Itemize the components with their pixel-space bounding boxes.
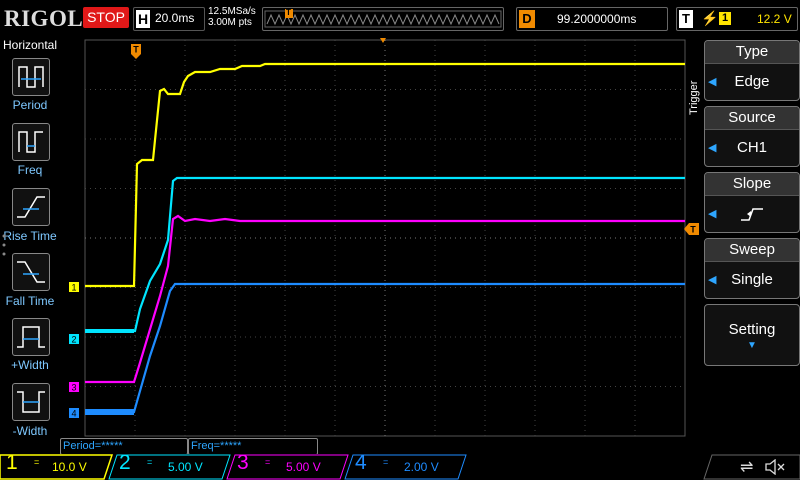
trigger-position-text: T [133,45,139,55]
channel-bar: 1 = 10.0 V 2 = 5.00 V 3 = 5.00 V 4 = 2.0… [0,451,800,480]
timebase-value: 20.0ms [155,11,195,25]
usb-icon: ⇌ [740,459,754,476]
trigger-sweep-key[interactable]: Sweep ◀ Single [704,238,800,299]
ch3-offset-marker[interactable]: 3 [69,382,79,393]
rise-time-icon [17,196,45,218]
setting-key-label: Setting [728,321,776,338]
ch1-marker-text: 1 [71,283,76,293]
ch3-scale: 5.00 V [286,460,321,474]
rising-edge-icon: ⚡ [701,10,719,26]
source-key-label: Source [705,107,799,130]
waveform-display[interactable]: T 1 2 3 4 [60,36,686,438]
rise-time-button[interactable] [12,188,50,226]
page-indicator [2,234,6,256]
freq-button[interactable] [12,123,50,161]
run-stop-button[interactable]: STOP [83,7,129,28]
fall-time-button[interactable] [12,253,50,291]
ch4-setting[interactable]: 4 = 2.00 V [351,451,461,478]
ch2-coupling: = [147,457,153,467]
freq-measurement[interactable]: Freq=***** [188,438,318,455]
ch2-marker-text: 2 [71,335,76,345]
horizontal-measure-panel: Horizontal Period Freq Rise Time Fall Ti… [0,38,60,438]
ch4-marker-text: 4 [71,409,76,419]
ch3-coupling: = [265,457,271,467]
arrow-left-icon: ◀ [708,76,717,88]
trigger-type-key[interactable]: Type ◀ Edge [704,40,800,101]
arrow-left-icon: ◀ [708,274,717,286]
memory-waveform-icon [264,9,502,28]
sample-rate: 12.5MSa/s [208,6,256,17]
ch3-marker-text: 3 [71,383,76,393]
ch2-offset-marker[interactable]: 2 [69,334,79,345]
memory-overview[interactable]: T [262,7,504,31]
ch1-coupling: = [34,457,40,467]
rising-edge-icon [741,208,763,221]
period-label: Period [12,98,48,112]
neg-width-icon [17,391,45,413]
rise-time-label: Rise Time [3,229,57,243]
type-key-label: Type [705,41,799,64]
trigger-label: T [679,10,693,28]
ch2-number: 2 [119,451,131,474]
period-icon [18,66,44,88]
pos-width-icon [17,326,45,348]
ch3-number: 3 [237,451,249,474]
ch4-offset-marker[interactable]: 4 [69,408,79,419]
ch3-setting[interactable]: 3 = 5.00 V [233,451,343,478]
period-button[interactable] [12,58,50,96]
trigger-source-key[interactable]: Source ◀ CH1 [704,106,800,167]
delay-display[interactable]: D 99.2000000ms [516,7,668,31]
trigger-level: 12.2 V [757,12,792,26]
ch1-setting[interactable]: 1 = 10.0 V [0,451,110,478]
ch4-coupling: = [383,457,389,467]
delay-value: 99.2000000ms [557,12,637,26]
ch1-number: 1 [6,451,18,474]
pos-width-label: +Width [11,358,49,372]
neg-width-button[interactable] [12,383,50,421]
submenu-arrow-icon: ▼ [747,340,757,351]
memory-trigger-marker: T [286,8,291,17]
trigger-display[interactable]: T ⚡ 1 12.2 V [676,7,798,31]
pos-width-button[interactable] [12,318,50,356]
timebase-label: H [136,10,150,28]
delay-label: D [519,10,535,28]
sweep-key-value: Single [731,271,773,288]
ch2-setting[interactable]: 2 = 5.00 V [115,451,225,478]
memory-depth: 3.00M pts [208,17,252,28]
menu-title: Trigger [688,80,700,116]
trigger-slope-key[interactable]: Slope ◀ [704,172,800,233]
slope-key-label: Slope [705,173,799,196]
neg-width-label: -Width [12,424,48,438]
trigger-channel: 1 [719,12,731,25]
ch1-offset-marker[interactable]: 1 [69,282,79,293]
type-key-value: Edge [734,73,770,90]
source-key-value: CH1 [736,139,767,156]
freq-label: Freq [17,163,43,177]
arrow-left-icon: ◀ [708,142,717,154]
trigger-setting-key[interactable]: Setting ▼ [704,304,800,366]
sweep-key-label: Sweep [705,239,799,262]
freq-icon [18,131,43,153]
trigger-menu: Trigger Type ◀ Edge Source ◀ CH1 Slope ◀ S… [688,38,800,438]
arrow-left-icon: ◀ [708,208,717,220]
ch4-number: 4 [355,451,367,474]
timebase-display[interactable]: H 20.0ms [133,7,205,31]
ch1-scale: 10.0 V [52,460,87,474]
fall-time-label: Fall Time [5,294,55,308]
acquisition-info: 12.5MSa/s 3.00M pts [208,6,256,28]
sound-muted-icon[interactable] [764,459,786,475]
ch2-scale: 5.00 V [168,460,203,474]
ch4-scale: 2.00 V [404,460,439,474]
brand-logo: RIGOL [4,6,84,31]
panel-title: Horizontal [2,38,58,52]
fall-time-icon [17,261,45,283]
status-bar: RIGOL STOP H 20.0ms 12.5MSa/s 3.00M pts … [0,0,800,36]
